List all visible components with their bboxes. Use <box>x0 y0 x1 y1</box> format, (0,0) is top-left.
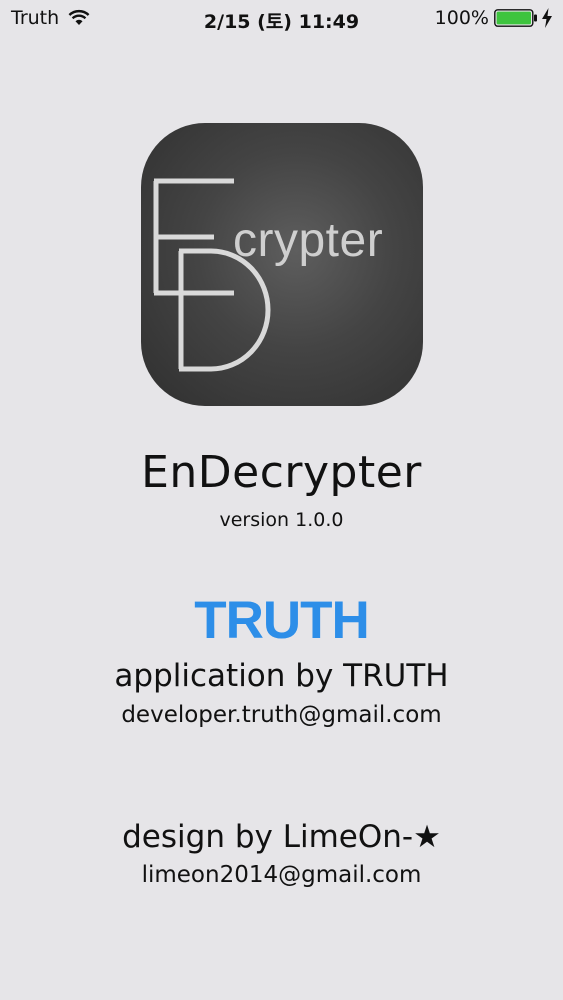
status-bar: Truth 2/15 (토) 11:49 100% <box>0 0 563 38</box>
designer-email[interactable]: limeon2014@gmail.com <box>0 862 563 888</box>
truth-logo: TRUTH <box>194 591 370 650</box>
designer-credit: design by LimeOn-★ <box>122 819 441 855</box>
app-icon: crypter <box>141 123 423 406</box>
app-name: EnDecrypter <box>141 447 422 498</box>
developer-email[interactable]: developer.truth@gmail.com <box>0 702 563 728</box>
battery-fill <box>496 11 531 25</box>
charging-bolt-icon <box>542 8 552 28</box>
developer-credit: application by TRUTH <box>114 658 449 694</box>
app-version: version 1.0.0 <box>219 509 344 531</box>
battery-icon <box>494 9 537 27</box>
battery-percentage: 100% <box>434 7 489 29</box>
app-icon-wordmark: crypter <box>233 214 384 267</box>
